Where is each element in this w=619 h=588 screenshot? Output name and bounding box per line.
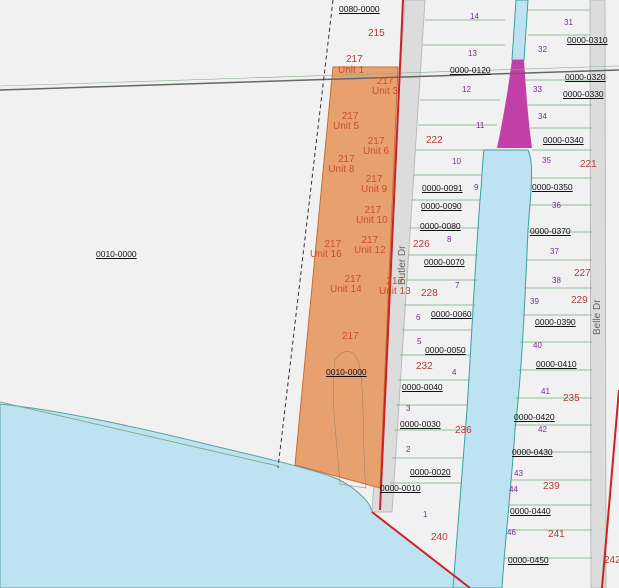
unit-label[interactable]: 217 Unit 3: [372, 77, 398, 97]
address-number: 227: [574, 268, 591, 279]
unit-label[interactable]: 217 Unit 6: [363, 137, 389, 157]
address-number: 228: [421, 288, 438, 299]
lot-number: 35: [542, 156, 551, 165]
unit-label[interactable]: 217 Unit 10: [356, 206, 388, 226]
lot-number: 14: [470, 12, 479, 21]
lot-number: 39: [530, 297, 539, 306]
parcel-label[interactable]: 0000-0050: [425, 346, 466, 355]
parcel-label[interactable]: 0000-0320: [565, 73, 606, 82]
lot-number: 2: [406, 445, 411, 454]
unit-label[interactable]: 217 Unit 9: [361, 175, 387, 195]
parcel-label[interactable]: 0000-0070: [424, 258, 465, 267]
address-number: 222: [426, 135, 443, 146]
lot-number: 38: [552, 276, 561, 285]
lot-number: 41: [541, 387, 550, 396]
unit-label[interactable]: 217: [342, 332, 359, 342]
parcel-label[interactable]: 0000-0020: [410, 468, 451, 477]
parcel-label[interactable]: 0000-0030: [400, 420, 441, 429]
unit-label[interactable]: 217 Unit 14: [330, 275, 362, 295]
lot-number: 5: [417, 337, 422, 346]
map-geometry: [0, 0, 619, 588]
address-number: 226: [413, 239, 430, 250]
water-canal: [452, 149, 533, 588]
address-number: 217: [346, 54, 363, 65]
parcel-label[interactable]: 0010-0000: [96, 250, 137, 259]
lot-number: 34: [538, 112, 547, 121]
lot-number: 44: [509, 485, 518, 494]
water-lake: [0, 403, 471, 588]
parcel-label[interactable]: 0000-0010: [380, 484, 421, 493]
lot-number: 42: [538, 425, 547, 434]
parcel-label[interactable]: 0000-0420: [514, 413, 555, 422]
parcel-label[interactable]: 0000-0450: [508, 556, 549, 565]
lot-number: 9: [474, 183, 479, 192]
lot-number: 6: [416, 313, 421, 322]
lot-number: 33: [533, 85, 542, 94]
parcel-label[interactable]: 0000-0440: [510, 507, 551, 516]
parcel-label[interactable]: 0010-0000: [326, 368, 367, 377]
lot-number: 43: [514, 469, 523, 478]
lot-number: 8: [447, 235, 452, 244]
parcel-label[interactable]: 0000-0340: [543, 136, 584, 145]
parcel-label[interactable]: 0000-0120: [450, 66, 491, 75]
parcel-label[interactable]: 0000-0060: [431, 310, 472, 319]
unit-label[interactable]: 217 Unit 8: [328, 155, 354, 175]
parcel-label[interactable]: 0000-0350: [532, 183, 573, 192]
lot-number: 12: [462, 85, 471, 94]
street-label-belle-dr: Belle Dr: [592, 299, 603, 335]
lot-number: 13: [468, 49, 477, 58]
address-number: 235: [563, 393, 580, 404]
lot-number: 3: [406, 404, 411, 413]
address-number: 215: [368, 28, 385, 39]
lot-number: 46: [507, 528, 516, 537]
unit-label[interactable]: 217 Unit 5: [333, 112, 359, 132]
parcel-label[interactable]: 0000-0080: [420, 222, 461, 231]
lot-number: 40: [533, 341, 542, 350]
lot-number: 4: [452, 368, 457, 377]
parcel-label[interactable]: 0000-0410: [536, 360, 577, 369]
lot-number: 32: [538, 45, 547, 54]
address-number: 240: [431, 532, 448, 543]
lot-number: 10: [452, 157, 461, 166]
parcel-label[interactable]: 0000-0040: [402, 383, 443, 392]
address-number: 229: [571, 295, 588, 306]
parcel-label[interactable]: 0000-0390: [535, 318, 576, 327]
lot-number: 37: [550, 247, 559, 256]
parcel-label[interactable]: 0080-0000: [339, 5, 380, 14]
unit-label[interactable]: 217 Unit 12: [354, 236, 386, 256]
address-number: 236: [455, 425, 472, 436]
address-number: 241: [548, 529, 565, 540]
unit-label[interactable]: Unit 1: [338, 66, 364, 76]
parcel-map[interactable]: Butler Dr Belle Dr 0080-0000 0000-0120 0…: [0, 0, 619, 588]
lot-number: 1: [423, 510, 428, 519]
parcel-label[interactable]: 0000-0430: [512, 448, 553, 457]
water-canal-top: [511, 0, 529, 61]
lot-number: 11: [476, 121, 485, 130]
parcel-label[interactable]: 0000-0330: [563, 90, 604, 99]
address-number: 232: [416, 361, 433, 372]
address-number: 239: [543, 481, 560, 492]
parcel-label[interactable]: 0000-0091: [422, 184, 463, 193]
address-number: 242: [604, 555, 619, 566]
parcel-label[interactable]: 0000-0310: [567, 36, 608, 45]
unit-label[interactable]: 217 Unit 13: [379, 277, 411, 297]
parcel-label[interactable]: 0000-0370: [530, 227, 571, 236]
address-number: 221: [580, 159, 597, 170]
unit-label[interactable]: 217 Unit 16: [310, 240, 342, 260]
lot-number: 31: [564, 18, 573, 27]
parcel-label[interactable]: 0000-0090: [421, 202, 462, 211]
lot-number: 7: [455, 281, 460, 290]
lot-number: 36: [552, 201, 561, 210]
